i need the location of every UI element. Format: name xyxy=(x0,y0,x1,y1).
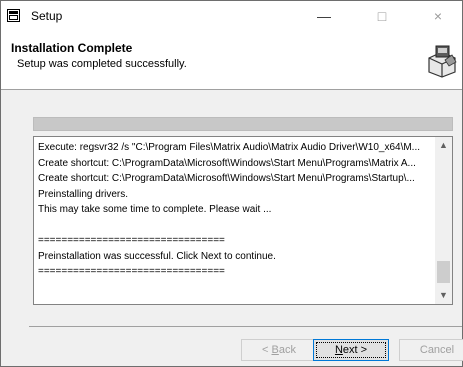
cancel-button[interactable]: Cancel xyxy=(399,339,463,361)
close-button[interactable]: × xyxy=(415,1,461,31)
log-line: ================================ xyxy=(38,266,225,277)
scroll-thumb[interactable] xyxy=(437,261,450,283)
next-focus-ring: Next > xyxy=(316,342,386,358)
log-scrollbar[interactable]: ▲ ▼ xyxy=(435,137,452,304)
window-title: Setup xyxy=(31,9,63,23)
back-button[interactable]: < Back xyxy=(241,339,317,361)
page-subtitle: Setup was completed successfully. xyxy=(17,58,187,70)
progress-fill xyxy=(34,118,452,130)
log-line: Preinstallation was successful. Click Ne… xyxy=(38,250,276,262)
install-progress-bar xyxy=(33,117,453,131)
next-button[interactable]: Next > xyxy=(313,339,389,361)
log-lines: Execute: regsvr32 /s "C:\Program Files\M… xyxy=(38,140,434,280)
back-prefix: < xyxy=(262,344,272,356)
log-line: Execute: regsvr32 /s "C:\Program Files\M… xyxy=(38,142,421,153)
back-rest: ack xyxy=(278,344,296,356)
log-line: Create shortcut: C:\ProgramData\Microsof… xyxy=(38,173,415,184)
wizard-header: Installation Complete Setup was complete… xyxy=(1,31,462,90)
log-line: Preinstalling drivers. xyxy=(38,188,129,200)
install-log[interactable]: Execute: regsvr32 /s "C:\Program Files\M… xyxy=(33,136,453,305)
setup-window: Setup — □ × Installation Complete Setup … xyxy=(0,0,463,367)
next-rest: ext > xyxy=(342,344,368,356)
page-title: Installation Complete xyxy=(11,41,133,55)
log-line: Create shortcut: C:\ProgramData\Microsof… xyxy=(38,157,416,169)
footer-divider xyxy=(29,326,462,327)
minimize-button[interactable]: — xyxy=(301,1,347,31)
scroll-down-arrow-icon[interactable]: ▼ xyxy=(435,287,452,304)
maximize-button[interactable]: □ xyxy=(359,1,405,31)
next-accel: N xyxy=(334,344,343,356)
scroll-up-arrow-icon[interactable]: ▲ xyxy=(435,137,452,154)
setup-app-icon xyxy=(7,9,20,22)
log-line: ================================ xyxy=(38,235,225,246)
installer-box-icon xyxy=(428,45,457,78)
title-bar[interactable]: Setup — □ × xyxy=(1,1,462,31)
log-line: This may take some time to complete. Ple… xyxy=(38,204,272,215)
back-accel: B xyxy=(271,344,279,356)
